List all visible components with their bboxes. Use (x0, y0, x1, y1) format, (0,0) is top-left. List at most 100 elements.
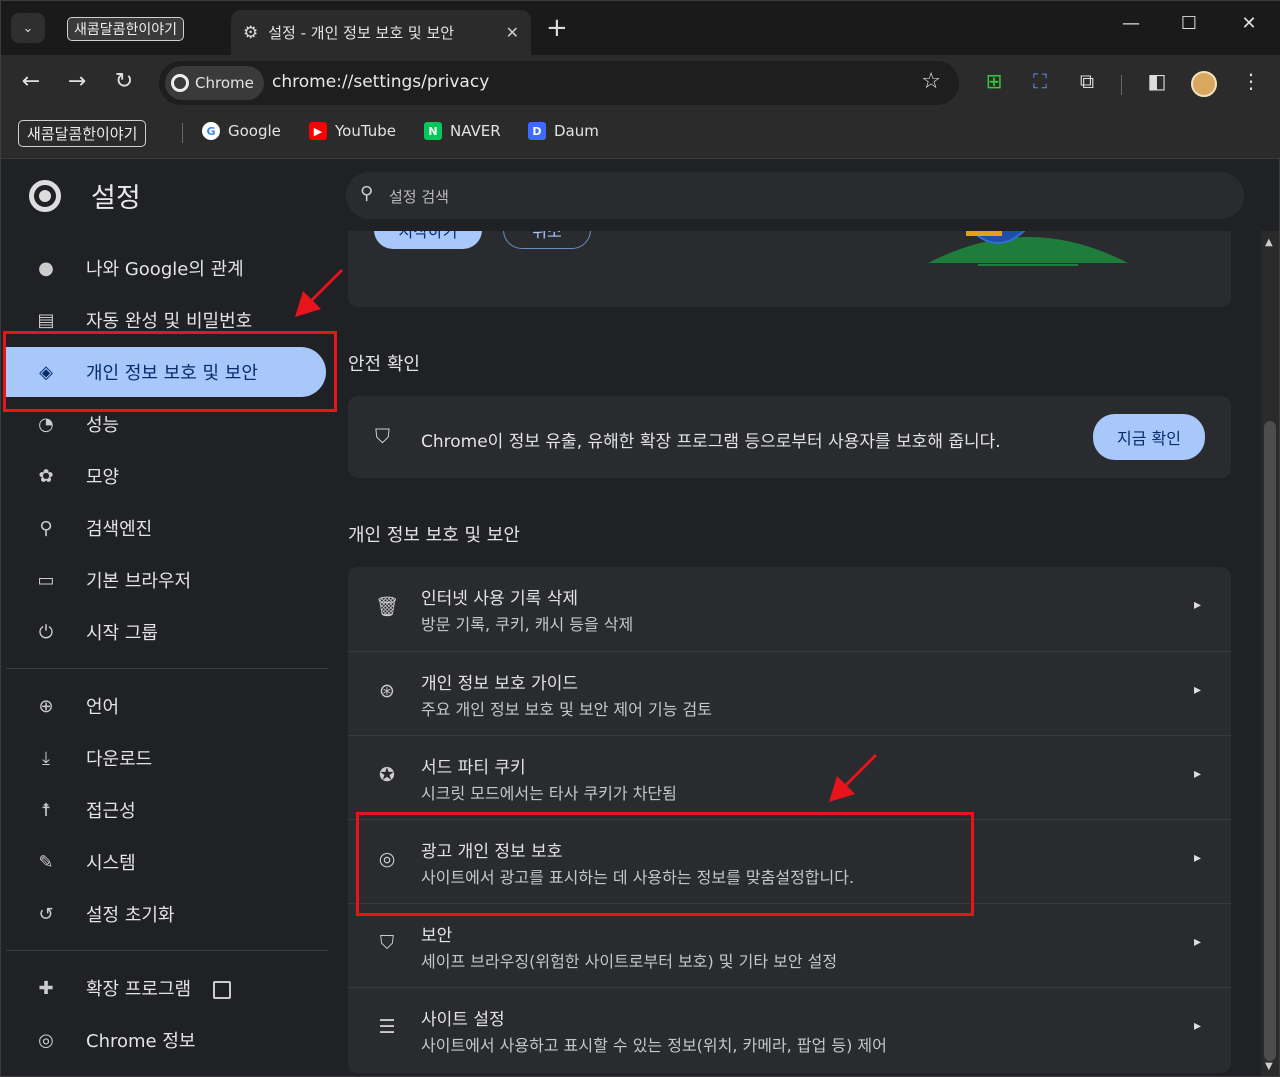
sidebar-item-downloads[interactable]: ⤓ 다운로드 (6, 733, 326, 783)
settings-sidebar: ● 나와 Google의 관계 ▤ 자동 완성 및 비밀번호 ◈ 개인 정보 보… (1, 231, 336, 1076)
scroll-up-icon[interactable]: ▲ (1265, 237, 1273, 248)
sidebar-item-accessibility[interactable]: ☨ 접근성 (6, 785, 326, 835)
sidebar-item-on-startup[interactable]: ⏻ 시작 그룹 (6, 607, 326, 657)
sidebar-item-label: 언어 (86, 697, 120, 718)
chevron-right-icon: ▸ (1193, 682, 1201, 698)
sidebar-item-languages[interactable]: ⊕ 언어 (6, 681, 326, 731)
back-button[interactable]: ← (16, 69, 46, 94)
row-site-settings[interactable]: ☰ 사이트 설정 사이트에서 사용하고 표시할 수 있는 정보(위치, 카메라,… (348, 987, 1231, 1071)
side-panel-icon[interactable]: ◧ (1142, 69, 1172, 93)
sidebar-item-label: 모양 (86, 467, 120, 488)
extensions-puzzle-icon[interactable]: ⧉ (1072, 69, 1102, 93)
minimize-button[interactable]: — (1111, 13, 1151, 34)
sidebar-item-label: Chrome 정보 (86, 1031, 196, 1052)
naver-icon: N (424, 122, 442, 140)
bookmark-label: YouTube (335, 122, 396, 140)
sidebar-item-label: 확장 프로그램 (86, 975, 232, 1001)
browser-window: ⌄ 새콤달콤한이야기 ⚙ 설정 - 개인 정보 보호 및 보안 ✕ + — ☐ … (0, 0, 1280, 1077)
row-third-party-cookies[interactable]: ✪ 서드 파티 쿠키 시크릿 모드에서는 타사 쿠키가 차단됨 ▸ (348, 735, 1231, 819)
puzzle-icon: ✚ (38, 977, 54, 999)
sidebar-item-label: 자동 완성 및 비밀번호 (86, 311, 253, 332)
sidebar-item-about[interactable]: ◎ Chrome 정보 (6, 1015, 326, 1065)
tab-search-button[interactable]: ⌄ (11, 13, 45, 43)
url-text[interactable]: chrome://settings/privacy (272, 72, 489, 92)
privacy-card: 🗑 인터넷 사용 기록 삭제 방문 기록, 쿠키, 캐시 등을 삭제 ▸ ⊛ 개… (348, 567, 1231, 1073)
shield-icon: ◈ (39, 361, 53, 383)
accessibility-icon: ☨ (41, 799, 51, 821)
toolbar-divider (1121, 75, 1122, 95)
bookmark-star-icon[interactable]: ☆ (921, 69, 941, 94)
row-security[interactable]: ⛉ 보안 세이프 브라우징(위험한 사이트로부터 보호) 및 기타 보안 설정 … (348, 903, 1231, 987)
address-bar[interactable]: Chrome chrome://settings/privacy ☆ (159, 61, 959, 105)
start-button[interactable]: 시작하기 (374, 231, 482, 249)
sidebar-item-appearance[interactable]: ✿ 모양 (6, 451, 326, 501)
bookmark-daum[interactable]: D Daum (528, 122, 599, 140)
row-clear-browsing-data[interactable]: 🗑 인터넷 사용 기록 삭제 방문 기록, 쿠키, 캐시 등을 삭제 ▸ (348, 567, 1231, 651)
cancel-button[interactable]: 취소 (503, 231, 591, 249)
row-title: 개인 정보 보호 가이드 (421, 674, 578, 694)
search-icon: ⚲ (360, 183, 374, 204)
close-window-button[interactable]: ✕ (1229, 13, 1269, 34)
tab-settings[interactable]: ⚙ 설정 - 개인 정보 보호 및 보안 ✕ (231, 10, 531, 55)
wrench-icon: ✎ (38, 851, 54, 873)
bookmark-folder[interactable]: 새콤달콤한이야기 (18, 120, 147, 147)
sidebar-item-label: 성능 (86, 415, 120, 436)
main-scrollbar[interactable]: ▲ ▼ (1261, 231, 1279, 1076)
sidebar-item-search-engine[interactable]: ⚲ 검색엔진 (6, 503, 326, 553)
sidebar-item-label: 개인 정보 보호 및 보안 (86, 363, 258, 384)
new-tab-button[interactable]: + (546, 13, 568, 43)
safety-check-card: ⛉ Chrome이 정보 유출, 유해한 확장 프로그램 등으로부터 사용자를 … (348, 396, 1231, 478)
settings-header: 설정 ⚲ 설정 검색 (1, 159, 1279, 231)
site-info-chip[interactable]: Chrome (165, 66, 264, 100)
reload-button[interactable]: ↻ (109, 69, 139, 94)
chrome-logo-icon (29, 180, 61, 212)
tab-title: 설정 - 개인 정보 보호 및 보안 (268, 24, 455, 42)
close-tab-icon[interactable]: ✕ (506, 23, 519, 42)
ad-target-icon: ◎ (378, 848, 396, 870)
clipboard-icon: ▤ (37, 309, 55, 331)
sidebar-item-autofill[interactable]: ▤ 자동 완성 및 비밀번호 (6, 295, 326, 345)
bookmark-naver[interactable]: N NAVER (424, 122, 501, 140)
more-menu-icon[interactable]: ⋮ (1236, 69, 1266, 93)
screen-capture-icon[interactable]: ⛶ (1025, 69, 1055, 93)
sidebar-item-privacy[interactable]: ◈ 개인 정보 보호 및 보안 (6, 347, 326, 397)
chrome-icon: ◎ (38, 1029, 54, 1051)
sidebar-item-label: 기본 브라우저 (86, 571, 192, 592)
bookmark-google[interactable]: G Google (202, 122, 281, 140)
row-subtitle: 시크릿 모드에서는 타사 쿠키가 차단됨 (421, 784, 677, 803)
sidebar-item-system[interactable]: ✎ 시스템 (6, 837, 326, 887)
sidebar-item-extensions[interactable]: ✚ 확장 프로그램 (6, 963, 326, 1013)
maximize-button[interactable]: ☐ (1169, 13, 1209, 34)
scrollbar-thumb[interactable] (1264, 421, 1276, 1061)
shield-check-icon: ⛉ (375, 424, 390, 448)
chevron-right-icon: ▸ (1193, 934, 1201, 950)
sidebar-item-performance[interactable]: ◔ 성능 (6, 399, 326, 449)
profile-avatar[interactable] (1191, 71, 1217, 97)
tab-strip: ⌄ 새콤달콤한이야기 ⚙ 설정 - 개인 정보 보호 및 보안 ✕ + — ☐ … (1, 1, 1280, 55)
forward-button[interactable]: → (62, 69, 92, 94)
row-privacy-guide[interactable]: ⊛ 개인 정보 보호 가이드 주요 개인 정보 보호 및 보안 제어 기능 검토… (348, 651, 1231, 735)
privacy-section-heading: 개인 정보 보호 및 보안 (348, 525, 520, 546)
sidebar-item-reset[interactable]: ↺ 설정 초기화 (6, 889, 326, 939)
tab-blog[interactable]: 새콤달콤한이야기 (55, 10, 225, 48)
settings-search-input[interactable]: ⚲ 설정 검색 (346, 172, 1244, 219)
chevron-down-icon: ⌄ (22, 20, 34, 36)
search-icon: ⚲ (39, 517, 53, 539)
check-now-button[interactable]: 지금 확인 (1093, 414, 1205, 460)
row-ad-privacy[interactable]: ◎ 광고 개인 정보 보호 사이트에서 광고를 표시하는 데 사용하는 정보를 … (348, 819, 1231, 903)
row-subtitle: 주요 개인 정보 보호 및 보안 제어 기능 검토 (421, 700, 712, 719)
external-link-icon (213, 981, 232, 999)
sidebar-divider (6, 668, 328, 669)
scroll-down-icon[interactable]: ▼ (1265, 1061, 1273, 1072)
daum-icon: D (528, 122, 546, 140)
trash-icon: 🗑 (375, 596, 400, 618)
shield-icon: ⛉ (379, 932, 395, 954)
sidebar-item-label: 시스템 (86, 853, 136, 874)
sidebar-item-label: 접근성 (86, 801, 136, 822)
bookmark-youtube[interactable]: ▶ YouTube (309, 122, 396, 140)
sidebar-item-label: 나와 Google의 관계 (86, 259, 244, 280)
sidebar-item-google[interactable]: ● 나와 Google의 관계 (6, 243, 326, 293)
row-title: 보안 (421, 926, 453, 946)
extension-green-icon[interactable]: ⊞ (979, 69, 1009, 93)
sidebar-item-default-browser[interactable]: ▭ 기본 브라우저 (6, 555, 326, 605)
